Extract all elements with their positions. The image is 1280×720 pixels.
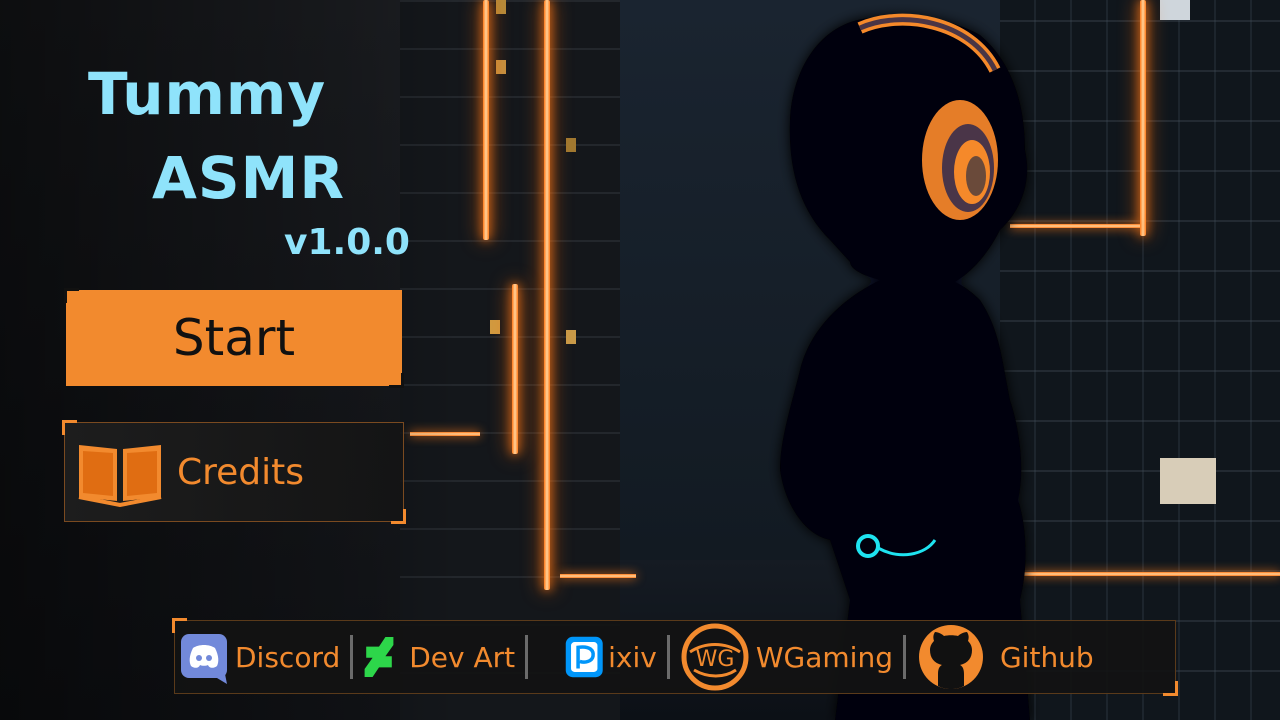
pixiv-link[interactable]: ixiv [564, 621, 657, 693]
wgaming-link[interactable]: WG WGaming [680, 621, 893, 693]
wgaming-icon: WG [681, 623, 749, 691]
credits-button-label: Credits [177, 451, 305, 493]
lit-window [566, 330, 576, 344]
corner-accent [172, 618, 187, 633]
discord-link-label: Discord [235, 640, 341, 674]
title-screen: Tummy ASMR v1.0.0 Start Credits Discord … [0, 0, 1280, 720]
neon-light [1140, 0, 1146, 236]
lit-window [496, 60, 506, 74]
lit-window [1160, 0, 1190, 20]
neon-light [560, 574, 636, 578]
separator [525, 635, 529, 679]
neon-light [512, 284, 518, 454]
open-book-icon [78, 445, 162, 507]
github-link[interactable]: Github [916, 621, 1094, 693]
wgaming-link-label: WGaming [755, 640, 893, 674]
game-title-line1: Tummy [88, 60, 327, 128]
corner-accent [391, 509, 406, 524]
neon-light [1000, 572, 1280, 576]
neon-light [483, 0, 489, 240]
start-button-label: Start [172, 309, 296, 367]
github-icon [918, 625, 983, 689]
github-link-label: Github [999, 640, 1094, 674]
pixiv-link-label: ixiv [608, 640, 657, 674]
social-links-bar: Discord Dev Art ixiv WG WGaming Github [172, 618, 1178, 696]
corner-accent [64, 288, 79, 303]
credits-button[interactable]: Credits [62, 420, 406, 524]
separator [350, 635, 354, 679]
svg-text:WG: WG [695, 647, 734, 672]
separator [902, 635, 906, 679]
separator [666, 635, 670, 679]
deviantart-link[interactable]: Dev Art [363, 621, 515, 693]
corner-accent [1163, 681, 1178, 696]
neon-light [544, 0, 550, 590]
game-title-line2: ASMR [152, 144, 346, 212]
lit-window [1160, 458, 1216, 504]
discord-icon [181, 634, 227, 684]
corner-accent [389, 373, 404, 388]
version-label: v1.0.0 [284, 222, 410, 263]
start-button[interactable]: Start [64, 288, 404, 388]
corner-accent [62, 420, 77, 435]
character-silhouette [780, 13, 1030, 720]
deviantart-link-label: Dev Art [409, 640, 516, 674]
lit-window [566, 138, 576, 152]
discord-link[interactable]: Discord [179, 621, 340, 693]
lit-window [490, 320, 500, 334]
lit-window [496, 0, 506, 14]
pixiv-icon [565, 636, 603, 678]
deviantart-icon [364, 637, 394, 677]
